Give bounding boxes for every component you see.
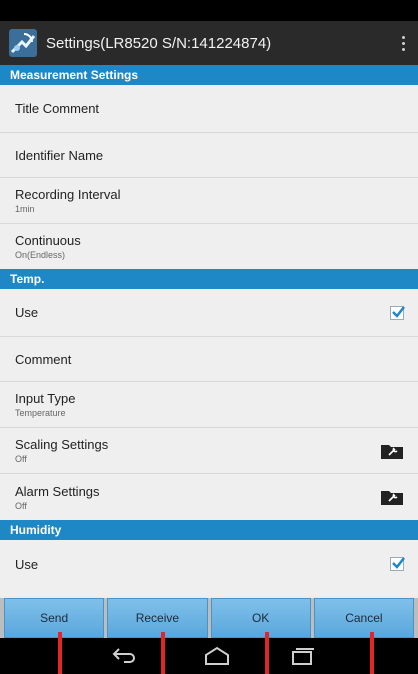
section-header-measurement: Measurement Settings bbox=[0, 65, 418, 85]
row-label: Use bbox=[15, 305, 39, 320]
send-button[interactable]: Send bbox=[4, 598, 105, 638]
red-marker-line bbox=[161, 632, 165, 674]
row-label: Input Type bbox=[15, 391, 76, 406]
temp-use-row[interactable]: Use bbox=[0, 289, 418, 337]
screen-title: Settings(LR8520 S/N:141224874) bbox=[46, 34, 272, 52]
status-bar bbox=[0, 0, 418, 21]
recents-icon[interactable] bbox=[290, 646, 314, 666]
recording-interval-row[interactable]: Recording Interval 1min bbox=[0, 178, 418, 224]
folder-settings-icon[interactable] bbox=[380, 442, 404, 460]
row-label: Title Comment bbox=[15, 101, 100, 116]
action-bar: Settings(LR8520 S/N:141224874) bbox=[0, 21, 418, 65]
title-comment-row[interactable]: Title Comment bbox=[0, 85, 418, 133]
alarm-settings-row[interactable]: Alarm Settings Off bbox=[0, 474, 418, 520]
overflow-menu-icon[interactable] bbox=[388, 21, 418, 65]
receive-button[interactable]: Receive bbox=[107, 598, 208, 638]
row-value: 1min bbox=[15, 204, 35, 214]
red-marker-line bbox=[265, 632, 269, 674]
navigation-bar bbox=[0, 638, 418, 674]
checkbox-checked-icon[interactable] bbox=[390, 305, 405, 320]
settings-list[interactable]: Measurement Settings Title Comment Ident… bbox=[0, 65, 418, 596]
temp-comment-row[interactable]: Comment bbox=[0, 337, 418, 382]
row-label: Scaling Settings bbox=[15, 437, 109, 452]
humidity-use-row[interactable]: Use bbox=[0, 540, 418, 588]
app-logo-icon bbox=[8, 28, 38, 58]
checkbox-checked-icon[interactable] bbox=[390, 557, 405, 571]
row-value: Temperature bbox=[15, 408, 66, 418]
section-header-humidity: Humidity bbox=[0, 520, 418, 540]
row-label: Alarm Settings bbox=[15, 483, 100, 499]
back-icon[interactable] bbox=[112, 646, 136, 666]
folder-settings-icon[interactable] bbox=[380, 488, 404, 506]
row-value: On(Endless) bbox=[15, 250, 66, 260]
red-marker-line bbox=[370, 632, 374, 674]
cancel-button[interactable]: Cancel bbox=[313, 598, 414, 638]
row-value: Off bbox=[15, 454, 27, 464]
row-label: Comment bbox=[15, 351, 72, 367]
button-bar: Send Receive OK Cancel bbox=[0, 598, 418, 638]
red-marker-line bbox=[58, 632, 62, 674]
input-type-row[interactable]: Input Type Temperature bbox=[0, 382, 418, 428]
scaling-settings-row[interactable]: Scaling Settings Off bbox=[0, 428, 418, 474]
row-value: Off bbox=[15, 500, 27, 511]
row-label: Use bbox=[15, 556, 39, 572]
row-label: Recording Interval bbox=[15, 187, 121, 202]
ok-button[interactable]: OK bbox=[210, 598, 311, 638]
continuous-row[interactable]: Continuous On(Endless) bbox=[0, 224, 418, 269]
row-label: Identifier Name bbox=[15, 147, 104, 163]
home-icon[interactable] bbox=[204, 646, 230, 666]
row-label: Continuous bbox=[15, 233, 81, 248]
identifier-name-row[interactable]: Identifier Name bbox=[0, 133, 418, 178]
section-header-temp: Temp. bbox=[0, 269, 418, 289]
